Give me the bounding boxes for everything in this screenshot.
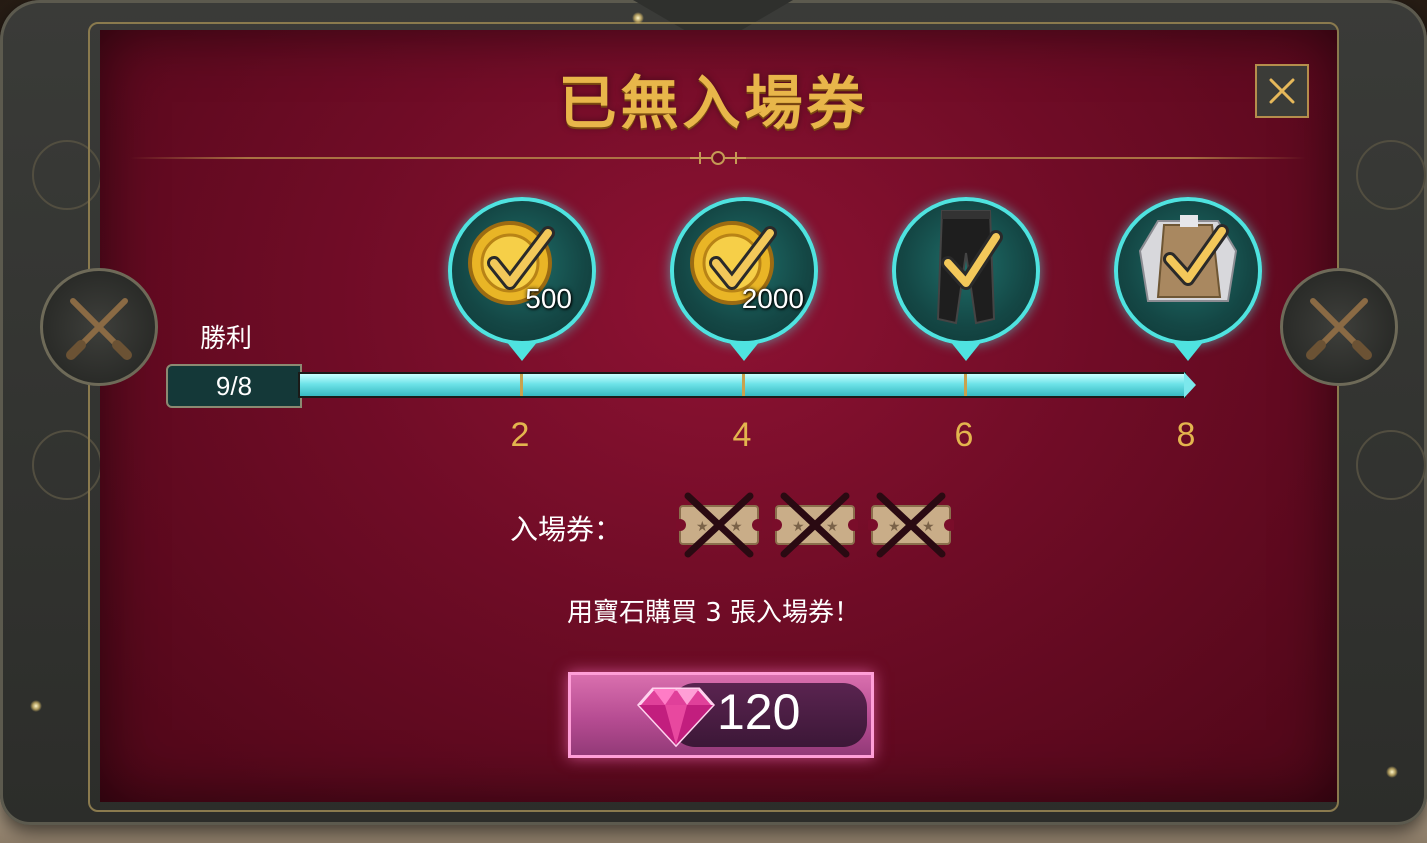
frame-ornament xyxy=(1356,430,1426,500)
sparkle xyxy=(1386,766,1398,778)
jacket-icon xyxy=(1138,215,1238,302)
gem-icon xyxy=(636,687,716,748)
reward-pointer xyxy=(1172,341,1204,361)
crossed-swords-icon xyxy=(40,268,158,386)
reward-amount: 500 xyxy=(525,283,572,314)
reward-bubble-2[interactable]: 2000 xyxy=(670,197,818,345)
trousers-icon xyxy=(936,210,1003,325)
purchase-message: 用寶石購買 3 張入場券！ xyxy=(566,598,861,628)
reward-pointer xyxy=(728,341,760,361)
buy-tickets-button[interactable]: 120 xyxy=(568,672,874,758)
reward-amount: 2000 xyxy=(741,283,804,314)
milestone-mark xyxy=(520,374,523,396)
crossed-swords-icon xyxy=(1280,268,1398,386)
sparkle xyxy=(30,700,42,712)
reward-bubble-1[interactable]: 500 xyxy=(448,197,596,345)
sparkle xyxy=(632,12,644,24)
frame-ornament xyxy=(1356,140,1426,210)
ticket-used-icon: ★ ★ xyxy=(772,492,858,558)
progress-arrow-tip xyxy=(1184,372,1196,398)
wins-counter: 9/8 xyxy=(166,364,302,408)
milestone-label: 4 xyxy=(732,416,752,454)
wins-label: 勝利 xyxy=(200,324,253,354)
reward-pointer xyxy=(950,341,982,361)
milestone-label: 8 xyxy=(1176,416,1196,454)
tickets-label: 入場券： xyxy=(510,513,623,546)
ticket-used-icon: ★ ★ xyxy=(868,492,954,558)
milestone-label: 2 xyxy=(510,416,530,454)
gold-coin-icon xyxy=(690,221,777,305)
milestone-label: 6 xyxy=(954,416,974,454)
reward-bubble-3[interactable] xyxy=(892,197,1040,345)
milestone-mark xyxy=(742,374,745,396)
dialog-title: 已無入場券 xyxy=(558,69,869,137)
milestone-mark xyxy=(964,374,967,396)
close-button[interactable] xyxy=(1255,64,1309,118)
close-icon xyxy=(1269,78,1295,104)
reward-pointer xyxy=(506,341,538,361)
gold-coin-icon xyxy=(468,221,555,305)
ticket-used-icon: ★ ★ xyxy=(676,492,762,558)
title-ornament-icon xyxy=(690,151,746,165)
reward-bubble-4[interactable] xyxy=(1114,197,1262,345)
price-label: 120 xyxy=(717,684,801,740)
